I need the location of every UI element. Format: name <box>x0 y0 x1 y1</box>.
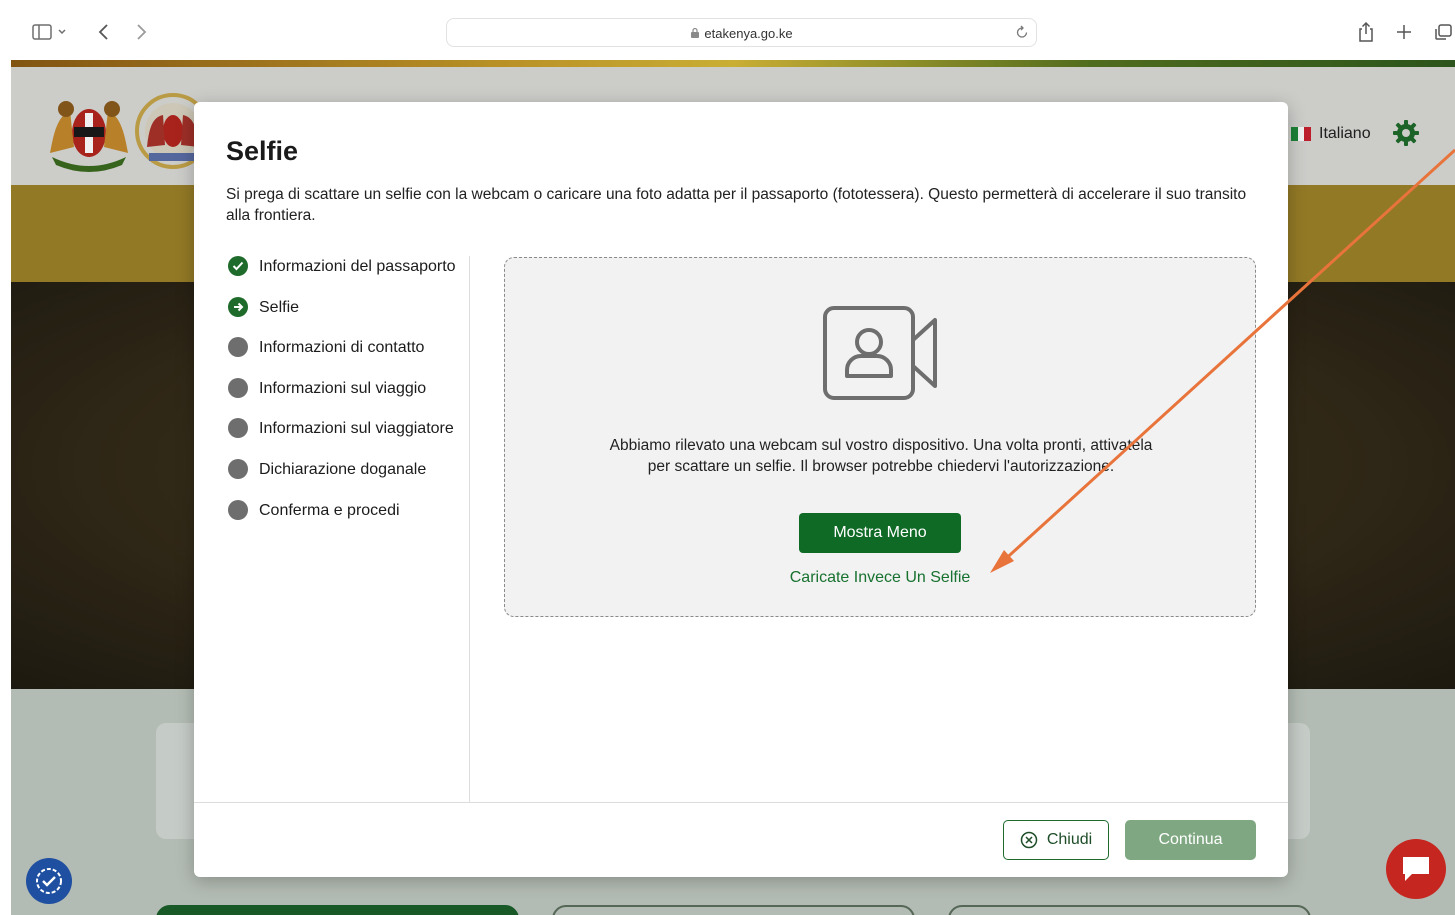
share-icon[interactable] <box>1356 20 1376 44</box>
step-trip-info: Informazioni sul viaggio <box>228 377 470 419</box>
video-camera-user-icon <box>823 306 937 400</box>
dialog-title: Selfie <box>226 136 299 166</box>
close-circle-icon <box>1020 831 1038 849</box>
grey-circle-icon <box>228 418 248 439</box>
step-label: Dichiarazione doganale <box>259 460 427 478</box>
steps-list: Informazioni del passaporto Selfie Infor… <box>228 256 470 540</box>
reload-icon[interactable] <box>1014 24 1030 45</box>
grey-circle-icon <box>228 337 248 358</box>
step-label: Informazioni del passaporto <box>259 258 456 275</box>
grey-circle-icon <box>228 458 248 479</box>
footer-divider <box>194 802 1288 803</box>
step-contact-info: Informazioni di contatto <box>228 337 470 378</box>
step-label: Informazioni sul viaggio <box>259 379 427 397</box>
address-bar[interactable]: etakenya.go.ke <box>446 18 1037 47</box>
continue-button[interactable]: Continua <box>1125 820 1256 860</box>
step-traveller-info: Informazioni sul viaggiatore <box>228 418 470 459</box>
step-label: Informazioni di contatto <box>259 339 425 357</box>
webcam-message: Abbiamo rilevato una webcam sul vostro d… <box>609 437 1153 475</box>
accessibility-icon[interactable] <box>26 858 72 904</box>
step-customs-declaration: Dichiarazione doganale <box>228 458 470 500</box>
grey-circle-icon <box>228 499 248 520</box>
chat-icon[interactable] <box>1386 839 1446 899</box>
close-label: Chiudi <box>1046 831 1093 848</box>
selfie-dialog: Selfie Si prega di scattare un selfie co… <box>194 102 1288 877</box>
vertical-divider <box>469 256 470 802</box>
selfie-dropzone[interactable]: Abbiamo rilevato una webcam sul vostro d… <box>504 257 1256 617</box>
upload-selfie-link[interactable]: Caricate Invece Un Selfie <box>505 569 1255 587</box>
sidebar-toggle-icon[interactable] <box>30 20 70 44</box>
tab-overview-icon[interactable] <box>1431 20 1455 44</box>
new-tab-icon[interactable] <box>1394 20 1414 44</box>
grey-circle-icon <box>228 377 248 398</box>
step-passport-info[interactable]: Informazioni del passaporto <box>228 256 470 297</box>
back-icon[interactable] <box>96 20 112 44</box>
step-label: Conferma e procedi <box>259 501 400 519</box>
arrow-right-circle-icon <box>228 296 248 317</box>
step-selfie[interactable]: Selfie <box>228 296 470 338</box>
browser-toolbar: etakenya.go.ke <box>0 0 1455 62</box>
close-button[interactable]: Chiudi <box>1003 820 1109 860</box>
lock-icon <box>690 27 700 42</box>
step-confirm: Conferma e procedi <box>228 499 470 541</box>
dialog-description: Si prega di scattare un selfie con la we… <box>226 186 1247 224</box>
show-less-button[interactable]: Mostra Meno <box>799 513 961 553</box>
step-label: Informazioni sul viaggiatore <box>259 420 454 438</box>
forward-icon[interactable] <box>133 20 149 44</box>
url-text: etakenya.go.ke <box>704 26 793 41</box>
step-label: Selfie <box>259 298 300 316</box>
check-circle-icon <box>228 256 248 276</box>
